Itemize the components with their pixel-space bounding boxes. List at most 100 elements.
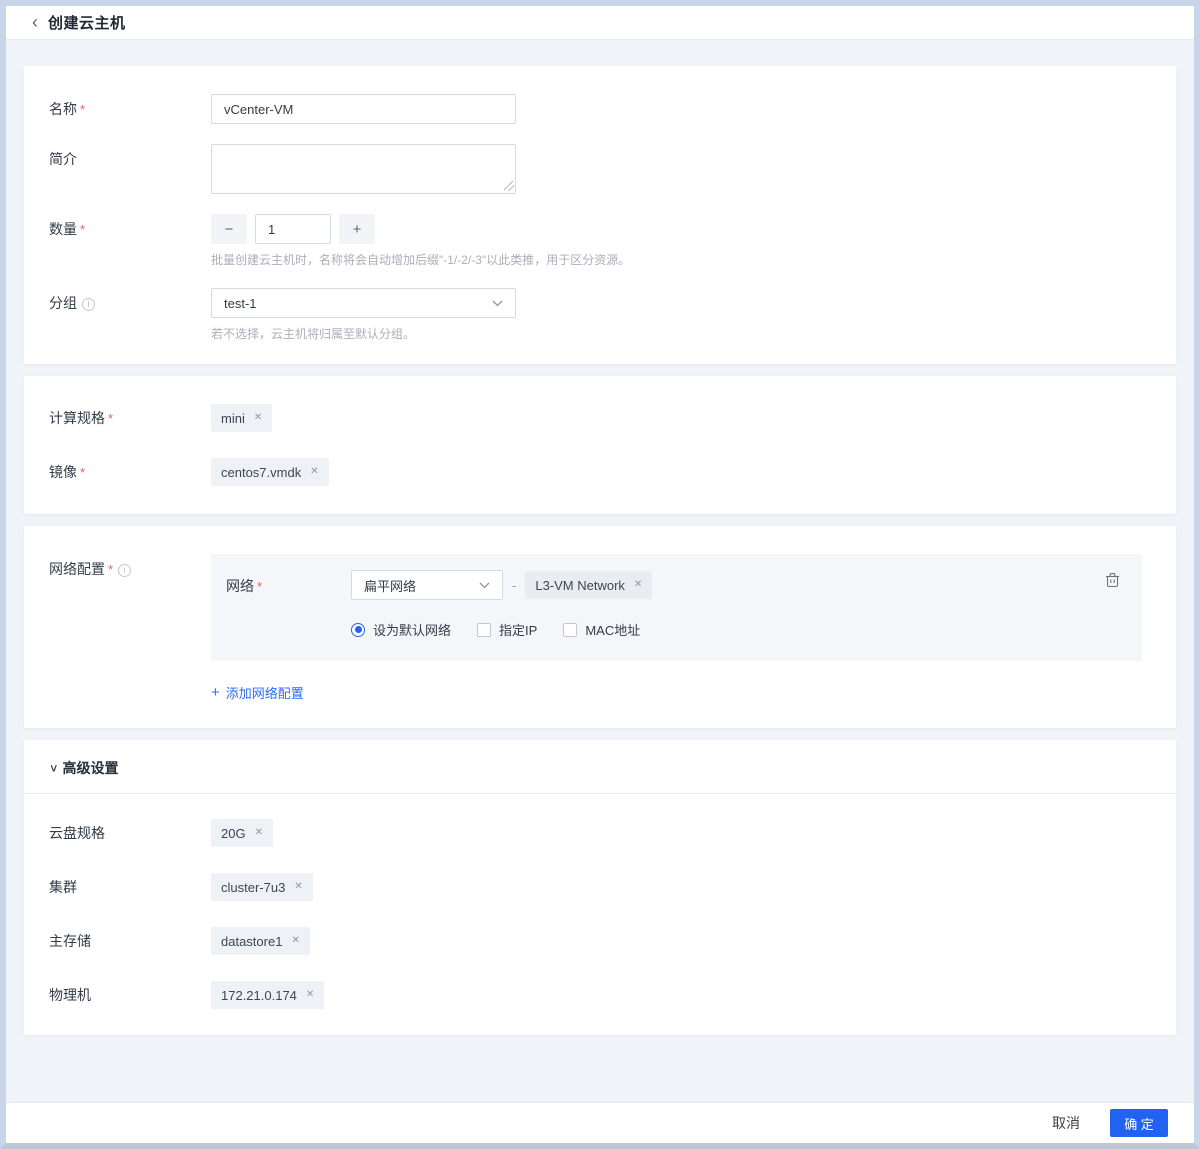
cluster-tag[interactable]: cluster-7u3 ✕: [211, 873, 313, 901]
create-vm-page: ‹ 创建云主机 名称* 简介: [0, 0, 1200, 1149]
add-network-config-label: 添加网络配置: [226, 683, 304, 702]
required-mark: *: [80, 465, 85, 480]
quantity-row: 数量* − + 批量创建云主机时，名称将会自动增加后缀"-1/-2/-3"以此类…: [49, 214, 1151, 268]
disk-spec-label: 云盘规格: [49, 819, 211, 842]
network-type-select[interactable]: 扁平网络: [351, 570, 503, 600]
cluster-label-text: 集群: [49, 879, 77, 895]
network-label: 网络*: [226, 570, 351, 596]
close-icon[interactable]: ✕: [310, 467, 318, 477]
description-label: 简介: [49, 144, 211, 168]
spec-card: 计算规格* mini ✕ 镜像* centos7.vmdk ✕: [24, 376, 1176, 514]
page-body: 名称* 简介 数量*: [6, 40, 1194, 1102]
cancel-button[interactable]: 取消: [1044, 1109, 1088, 1137]
network-config-row: 网络配置*i 网络* 扁平网络: [49, 554, 1151, 702]
network-select-row: 网络* 扁平网络 - L3-VM Network ✕: [226, 570, 1127, 600]
compute-spec-tag[interactable]: mini ✕: [211, 404, 272, 432]
image-label-text: 镜像: [49, 464, 77, 480]
close-icon[interactable]: ✕: [294, 882, 302, 892]
image-row: 镜像* centos7.vmdk ✕: [49, 458, 1151, 486]
close-icon[interactable]: ✕: [254, 413, 262, 423]
name-label-text: 名称: [49, 101, 77, 117]
network-tag[interactable]: L3-VM Network ✕: [525, 571, 652, 599]
name-label: 名称*: [49, 94, 211, 119]
delete-network-config-button[interactable]: [1105, 572, 1120, 588]
back-icon[interactable]: ‹: [32, 13, 38, 31]
basic-info-card: 名称* 简介 数量*: [24, 66, 1176, 364]
confirm-button[interactable]: 确 定: [1110, 1109, 1168, 1137]
primary-storage-tag-text: datastore1: [221, 934, 282, 949]
quantity-increment-button[interactable]: +: [339, 214, 375, 244]
network-card: 网络配置*i 网络* 扁平网络: [24, 526, 1176, 728]
compute-spec-label: 计算规格*: [49, 404, 211, 428]
description-row: 简介: [49, 144, 1151, 194]
group-label-text: 分组: [49, 295, 77, 311]
mac-address-checkbox[interactable]: [563, 623, 577, 637]
description-label-text: 简介: [49, 151, 77, 167]
compute-spec-row: 计算规格* mini ✕: [49, 404, 1151, 432]
physical-host-label-text: 物理机: [49, 987, 91, 1003]
group-select-value: test-1: [224, 296, 257, 311]
cluster-label: 集群: [49, 873, 211, 896]
quantity-decrement-button[interactable]: −: [211, 214, 247, 244]
required-mark: *: [108, 562, 113, 577]
compute-spec-label-text: 计算规格: [49, 410, 105, 426]
required-mark: *: [108, 411, 113, 426]
advanced-settings-toggle[interactable]: ∨ 高级设置: [49, 758, 1151, 778]
required-mark: *: [80, 222, 85, 237]
name-row: 名称*: [49, 94, 1151, 124]
network-config-label: 网络配置* i: [49, 554, 211, 579]
quantity-help-text: 批量创建云主机时，名称将会自动增加后缀"-1/-2/-3"以此类推，用于区分资源…: [211, 252, 1151, 268]
group-select[interactable]: test-1: [211, 288, 516, 318]
network-type-value: 扁平网络: [364, 576, 416, 595]
specify-ip-label[interactable]: 指定IP: [499, 620, 537, 639]
name-field[interactable]: [211, 94, 516, 124]
primary-storage-label-text: 主存储: [49, 933, 91, 949]
quantity-label-text: 数量: [49, 221, 77, 237]
specify-ip-checkbox[interactable]: [477, 623, 491, 637]
required-mark: *: [257, 579, 262, 594]
chevron-down-icon: ∨: [49, 761, 59, 775]
disk-spec-tag-text: 20G: [221, 826, 246, 841]
quantity-input[interactable]: [255, 214, 331, 244]
image-label: 镜像*: [49, 458, 211, 482]
network-options-row: 设为默认网络 指定IP MAC地址: [351, 620, 1127, 639]
add-network-config-link[interactable]: + 添加网络配置: [211, 683, 304, 702]
disk-spec-row: 云盘规格 20G ✕: [49, 819, 1151, 847]
disk-spec-tag[interactable]: 20G ✕: [211, 819, 273, 847]
info-icon[interactable]: i: [82, 298, 95, 311]
info-icon[interactable]: i: [118, 564, 131, 577]
separator: -: [512, 578, 516, 593]
trash-icon: [1105, 572, 1120, 588]
physical-host-row: 物理机 172.21.0.174 ✕: [49, 981, 1151, 1009]
close-icon[interactable]: ✕: [291, 936, 299, 946]
group-row: 分组i test-1 若不选择，云主机将归属至默认分组。: [49, 288, 1151, 342]
disk-spec-label-text: 云盘规格: [49, 825, 105, 841]
chevron-down-icon: [492, 300, 503, 307]
network-tag-text: L3-VM Network: [535, 578, 625, 593]
physical-host-tag[interactable]: 172.21.0.174 ✕: [211, 981, 324, 1009]
image-tag[interactable]: centos7.vmdk ✕: [211, 458, 329, 486]
network-config-panel: 网络* 扁平网络 - L3-VM Network ✕: [211, 554, 1142, 661]
cluster-tag-text: cluster-7u3: [221, 880, 285, 895]
close-icon[interactable]: ✕: [306, 990, 314, 1000]
page-header: ‹ 创建云主机: [6, 6, 1194, 40]
quantity-stepper: − +: [211, 214, 1151, 244]
description-field[interactable]: [211, 144, 516, 194]
chevron-down-icon: [479, 582, 490, 589]
physical-host-tag-text: 172.21.0.174: [221, 988, 297, 1003]
page-footer: 取消 确 定: [6, 1102, 1194, 1143]
close-icon[interactable]: ✕: [255, 828, 263, 838]
network-label-text: 网络: [226, 578, 254, 594]
group-label: 分组 i: [49, 288, 211, 312]
default-network-label[interactable]: 设为默认网络: [373, 620, 451, 639]
primary-storage-label: 主存储: [49, 927, 211, 950]
compute-spec-tag-text: mini: [221, 411, 245, 426]
advanced-settings-card: ∨ 高级设置 云盘规格 20G ✕ 集群: [24, 740, 1176, 1035]
default-network-radio[interactable]: [351, 623, 365, 637]
radio-dot: [355, 626, 362, 633]
network-config-label-text: 网络配置: [49, 561, 105, 577]
mac-address-label[interactable]: MAC地址: [585, 620, 640, 639]
advanced-settings-title: 高级设置: [63, 758, 119, 778]
close-icon[interactable]: ✕: [634, 580, 642, 590]
primary-storage-tag[interactable]: datastore1 ✕: [211, 927, 310, 955]
